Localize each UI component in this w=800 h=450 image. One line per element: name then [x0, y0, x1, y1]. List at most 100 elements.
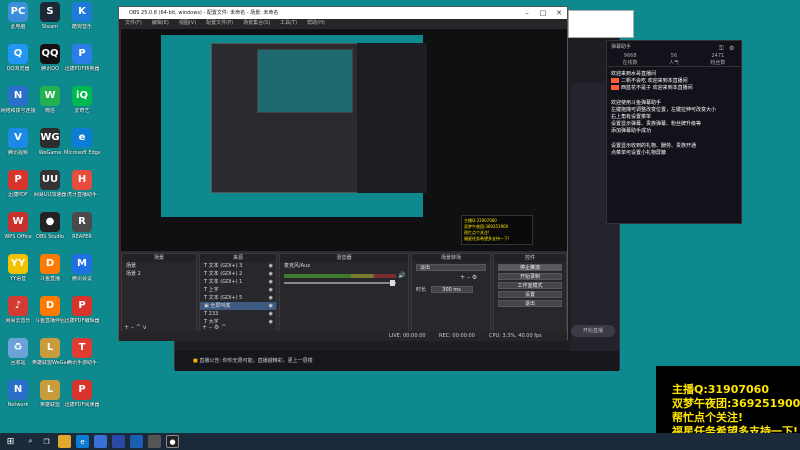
- file-explorer-icon[interactable]: [58, 435, 71, 448]
- menu-item[interactable]: 配置文件(P): [206, 20, 233, 26]
- transition-settings-icon[interactable]: ⚙: [472, 274, 477, 281]
- remove-scene-icon[interactable]: –: [131, 324, 134, 331]
- visibility-icon[interactable]: ◉: [269, 262, 273, 270]
- desktop-icon[interactable]: P 迅捷PDF转换器: [64, 44, 100, 72]
- desktop-icon[interactable]: L 英雄联盟: [32, 380, 68, 408]
- visibility-icon[interactable]: ◉: [269, 294, 273, 302]
- desktop-icon[interactable]: ● OBS Studio: [32, 212, 68, 240]
- source-item[interactable]: T 233 ◉: [200, 310, 276, 318]
- desktop-icon[interactable]: N 网络和拨号连接: [0, 86, 36, 114]
- desktop-icon[interactable]: Q QQ浏览器: [0, 44, 36, 72]
- menu-item[interactable]: 帮助(H): [307, 20, 325, 26]
- desktop-icon[interactable]: YY YY语音: [0, 254, 36, 282]
- obs-taskbar-icon[interactable]: ●: [166, 435, 179, 448]
- move-down-icon[interactable]: v: [143, 324, 147, 331]
- danmu-assistant-panel[interactable]: 弹幕助手 ⚿ ⚙ 9668 在线数 56 人气 2471 粉丝数 欢迎来到水哥直播间 二帆不…: [606, 40, 742, 224]
- source-item[interactable]: ▣ 全屏叫底 ◉: [200, 302, 276, 310]
- desktop-icon[interactable]: P 迅捷PDF阅读器: [64, 380, 100, 408]
- source-up-icon[interactable]: ^: [221, 324, 226, 331]
- visibility-icon[interactable]: ◉: [269, 270, 273, 278]
- menu-item[interactable]: 工具(T): [280, 20, 297, 26]
- desktop-icon[interactable]: P 迅捷PDF编辑器: [64, 296, 100, 324]
- assistant-header: 弹幕助手 ⚿ ⚙: [607, 41, 741, 53]
- volume-slider-handle[interactable]: [390, 280, 395, 286]
- source-item[interactable]: T 文本 (GDI+) 1 ◉: [200, 278, 276, 286]
- source-settings-icon[interactable]: ⚙: [214, 324, 219, 331]
- chat-message: 欢迎使用斗鱼弹幕助手: [607, 100, 741, 107]
- desktop-icon[interactable]: ♪ 网易云音乐: [0, 296, 36, 324]
- add-transition-icon[interactable]: +: [460, 274, 465, 281]
- visibility-icon[interactable]: ◉: [269, 302, 273, 310]
- desktop-icon[interactable]: D 斗鱼直播伴侣: [32, 296, 68, 324]
- exit-button[interactable]: 退出: [498, 300, 562, 307]
- desktop-icon[interactable]: S Steam: [32, 2, 68, 30]
- duration-input[interactable]: 300 ms: [430, 286, 473, 293]
- desktop-icon[interactable]: UU 网易UU加速器: [32, 170, 68, 198]
- visibility-icon[interactable]: ◉: [269, 286, 273, 294]
- mixer-speaker-icon[interactable]: 🔊: [398, 272, 405, 279]
- menu-item[interactable]: 视图(V): [179, 20, 196, 26]
- visibility-icon[interactable]: ◉: [269, 310, 273, 318]
- desktop-icon[interactable]: V 腾讯视频: [0, 128, 36, 156]
- mixer-track-name: 麦克风/Aux: [284, 263, 311, 269]
- source-item[interactable]: T 上字 ◉: [200, 286, 276, 294]
- start-recording-button[interactable]: 开始录制: [498, 273, 562, 280]
- menu-item[interactable]: 编辑(E): [152, 20, 169, 26]
- source-item-label: 文本 (GDI+) 5: [208, 295, 243, 301]
- desktop-icon[interactable]: e Microsoft Edge: [64, 128, 100, 156]
- studio-mode-button[interactable]: 工作室模式: [498, 282, 562, 289]
- desktop-icon[interactable]: T 腾讯手游助手: [64, 338, 100, 366]
- add-source-icon[interactable]: +: [202, 324, 207, 331]
- settings-button[interactable]: 设置: [498, 291, 562, 298]
- source-item[interactable]: T 文本 (GDI+) 5 ◉: [200, 294, 276, 302]
- desktop-icon[interactable]: M 腾讯会议: [64, 254, 100, 282]
- scene-item[interactable]: 场景: [122, 262, 196, 270]
- transition-type-select[interactable]: 淡出: [416, 264, 486, 271]
- task-view-icon[interactable]: ❐: [40, 435, 53, 448]
- app-taskbar-icon-2[interactable]: [112, 435, 125, 448]
- remove-transition-icon[interactable]: –: [467, 274, 470, 281]
- desktop-icon[interactable]: W 微信: [32, 86, 68, 114]
- source-item[interactable]: T 文本 (GDI+) 2 ◉: [200, 270, 276, 278]
- scene-item[interactable]: 场景 2: [122, 270, 196, 278]
- volume-slider[interactable]: [284, 282, 396, 284]
- start-icon[interactable]: ⊞: [4, 435, 17, 448]
- desktop-icon[interactable]: N Network: [0, 380, 36, 408]
- visibility-icon[interactable]: ◉: [269, 278, 273, 286]
- chat-message-text: 右上角有设置菜单: [611, 114, 652, 120]
- minimize-button[interactable]: –: [519, 7, 535, 19]
- add-scene-icon[interactable]: +: [124, 324, 129, 331]
- menu-item[interactable]: 场景集合(S): [243, 20, 270, 26]
- desktop-icon[interactable]: PC 此电脑: [0, 2, 36, 30]
- close-button[interactable]: ✕: [551, 7, 567, 19]
- lock-icon[interactable]: ⚿: [719, 43, 724, 55]
- visibility-icon[interactable]: ◉: [269, 318, 273, 326]
- menu-item[interactable]: 文件(F): [125, 20, 142, 26]
- desktop-icon[interactable]: R REAPER: [64, 212, 100, 240]
- settings-icon[interactable]: ⚙: [729, 43, 734, 55]
- desktop-icon[interactable]: L 英雄联盟WeGame版: [32, 338, 68, 366]
- stop-streaming-button[interactable]: 停止推流: [498, 264, 562, 271]
- source-item[interactable]: T 文本 (GDI+) 3 ◉: [200, 262, 276, 270]
- move-up-icon[interactable]: ^: [136, 324, 141, 331]
- app-taskbar-icon-3[interactable]: [130, 435, 143, 448]
- desktop-icon[interactable]: H 虎牙直播助手: [64, 170, 100, 198]
- desktop-icon[interactable]: QQ 腾讯QQ: [32, 44, 68, 72]
- obs-preview[interactable]: 主播Q:31907060 双梦午夜团:369251900 帮忙点个关注! 福星任…: [121, 29, 567, 251]
- app-taskbar-icon-1[interactable]: [94, 435, 107, 448]
- search-icon[interactable]: ⌕: [24, 435, 37, 448]
- desktop-icon[interactable]: D 斗鱼直播: [32, 254, 68, 282]
- start-live-button[interactable]: 开始直播: [571, 325, 615, 337]
- desktop-icon[interactable]: P 迅捷PDF: [0, 170, 36, 198]
- desktop-icon[interactable]: K 酷狗音乐: [64, 2, 100, 30]
- maximize-button[interactable]: □: [535, 7, 551, 19]
- edge-taskbar-icon[interactable]: e: [76, 435, 89, 448]
- app-taskbar-icon-4[interactable]: [148, 435, 161, 448]
- desktop-icon[interactable]: iQ 爱奇艺: [64, 86, 100, 114]
- remove-source-icon[interactable]: –: [209, 324, 212, 331]
- desktop-icon[interactable]: WG WeGame: [32, 128, 68, 156]
- fan-badge-icon: [611, 78, 619, 83]
- mixer-dock: 混音器 麦克风/Aux 🔊: [279, 253, 409, 333]
- desktop-icon[interactable]: ♻ 回收站: [0, 338, 36, 366]
- desktop-icon[interactable]: W WPS Office: [0, 212, 36, 240]
